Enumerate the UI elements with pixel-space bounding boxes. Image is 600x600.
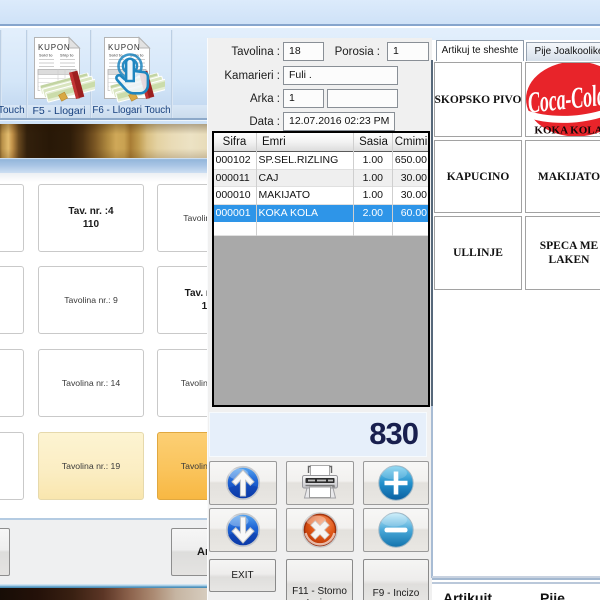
svg-text:KUPON: KUPON <box>38 43 70 52</box>
svg-text:Ship to: Ship to <box>60 53 74 58</box>
svg-text:KOKA KOLA: KOKA KOLA <box>534 125 600 137</box>
svg-text:Sold to: Sold to <box>39 53 53 58</box>
svg-text:KUPON: KUPON <box>108 43 140 52</box>
svg-text:Sold to: Sold to <box>109 53 123 58</box>
